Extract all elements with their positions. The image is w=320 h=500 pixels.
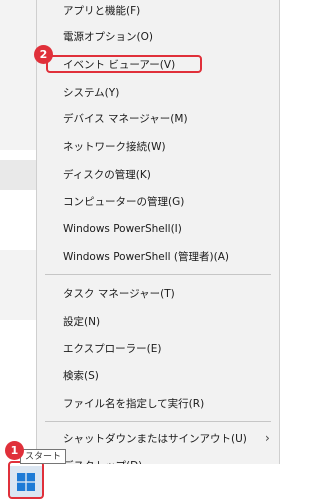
menu-item-task-manager[interactable]: タスク マネージャー(T) [63,287,175,301]
event-viewer-highlight [46,55,202,73]
menu-item-disk-management[interactable]: ディスクの管理(K) [63,168,151,182]
menu-item-powershell-admin[interactable]: Windows PowerShell (管理者)(A) [63,250,229,264]
start-button-highlight [8,461,44,499]
step-badge-1: 1 [5,441,24,460]
menu-item-explorer[interactable]: エクスプローラー(E) [63,342,162,356]
menu-item-apps-and-features[interactable]: アプリと機能(F) [63,4,140,18]
menu-item-device-manager[interactable]: デバイス マネージャー(M) [63,112,188,126]
window-edge [0,0,36,150]
menu-item-system[interactable]: システム(Y) [63,86,119,100]
menu-item-computer-management[interactable]: コンピューターの管理(G) [63,195,184,209]
step-badge-2: 2 [34,45,53,64]
menu-item-settings[interactable]: 設定(N) [63,315,100,329]
menu-item-power-options[interactable]: 電源オプション(O) [63,30,153,44]
menu-item-shutdown-or-signout[interactable]: シャットダウンまたはサインアウト(U) [63,432,247,446]
menu-separator [45,421,271,422]
menu-item-search[interactable]: 検索(S) [63,369,99,383]
window-edge [0,160,36,190]
window-edge [0,250,36,320]
desktop-background-strip [0,0,36,500]
menu-separator [45,274,271,275]
desktop: アプリと機能(F) 電源オプション(O) イベント ビューアー(V) システム(… [0,0,284,500]
start-tooltip: スタート [20,449,67,464]
menu-item-network-connections[interactable]: ネットワーク接続(W) [63,140,166,154]
menu-item-run[interactable]: ファイル名を指定して実行(R) [63,397,204,411]
menu-item-powershell[interactable]: Windows PowerShell(I) [63,222,182,236]
chevron-right-icon: › [265,431,270,445]
